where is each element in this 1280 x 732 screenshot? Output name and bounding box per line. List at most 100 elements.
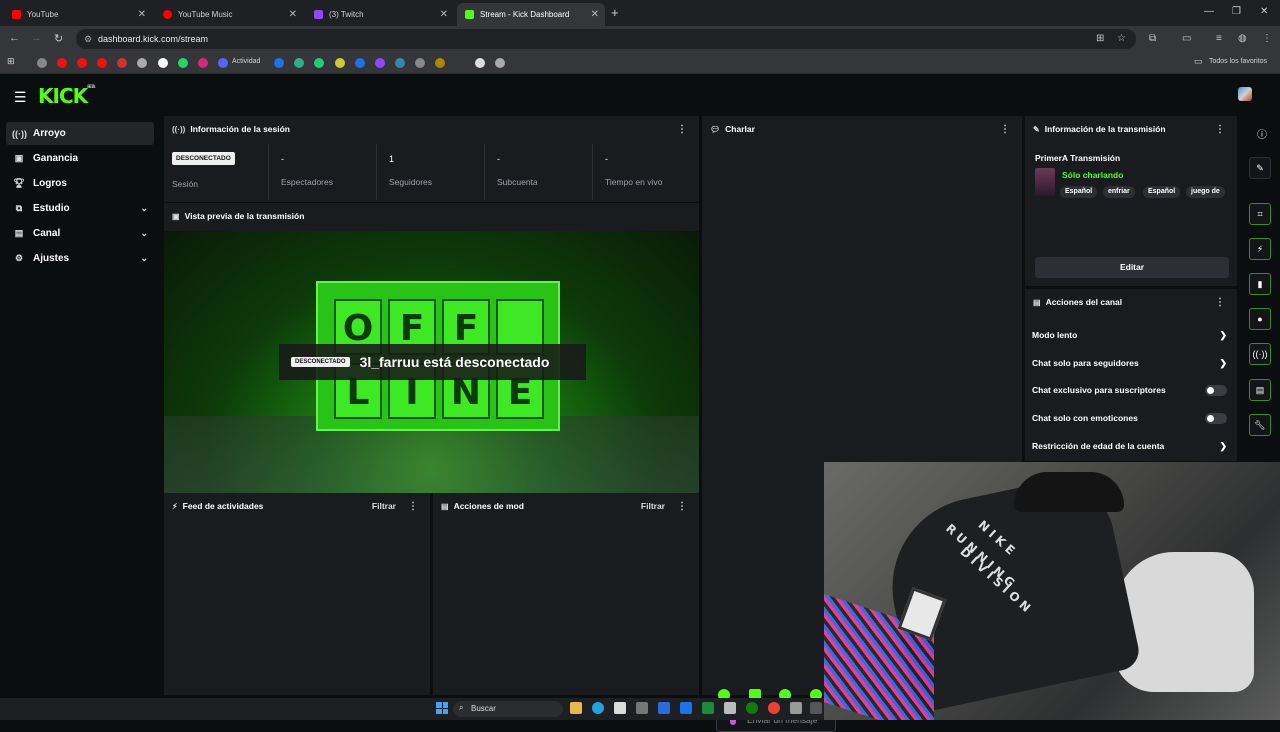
broadcast-icon[interactable]: ((·)) [1249, 343, 1271, 365]
tab-twitch[interactable]: (3) Twitch ✕ [306, 3, 454, 26]
bookmark-actividad[interactable]: Actividad [232, 58, 260, 65]
extensions-icon[interactable]: ⧉ [1149, 33, 1156, 44]
bookmark-google-icon[interactable] [158, 58, 168, 68]
kebab-menu-icon[interactable]: ⋮ [677, 124, 687, 135]
bookmark-icon[interactable] [137, 58, 147, 68]
filter-button[interactable]: Filtrar [372, 501, 396, 511]
stream-tag[interactable]: Español [1143, 186, 1181, 198]
bookmark-discord-icon[interactable] [218, 58, 228, 68]
file-explorer-icon[interactable] [570, 702, 582, 714]
document-icon[interactable]: ▮ [1249, 273, 1271, 295]
all-favorites-link[interactable]: Todos los favoritos [1209, 58, 1267, 65]
close-icon[interactable]: ✕ [289, 9, 297, 20]
kebab-menu-icon[interactable]: ⋮ [1000, 124, 1010, 135]
edit-button[interactable]: Editar [1035, 257, 1229, 278]
minimize-icon[interactable]: — [1204, 6, 1214, 17]
clip-icon[interactable]: ⌗ [1249, 203, 1271, 225]
taskbar-search[interactable]: ⌕ Buscar [453, 701, 563, 717]
sidebar-item-ajustes[interactable]: ⚙ Ajustes ⌄ [6, 247, 154, 270]
channel-tools-icon[interactable]: ▤ [1249, 379, 1271, 401]
bookmark-icon[interactable] [415, 58, 425, 68]
chrome-icon[interactable] [768, 702, 780, 714]
bookmark-whatsapp-icon[interactable] [178, 58, 188, 68]
reload-icon[interactable]: ↻ [54, 32, 63, 45]
kebab-menu-icon[interactable]: ⋮ [1215, 297, 1225, 308]
window-close-icon[interactable]: ✕ [1260, 6, 1268, 17]
chat-bubble-icon[interactable]: ● [1249, 308, 1271, 330]
kebab-menu-icon[interactable]: ⋮ [677, 501, 687, 512]
app-icon[interactable] [810, 702, 822, 714]
edit-stream-icon[interactable]: ✎ [1249, 157, 1271, 179]
stream-category[interactable]: Sólo charlando [1062, 170, 1123, 180]
action-slow-mode[interactable]: Modo lento ❯ [1032, 325, 1229, 345]
excel-icon[interactable] [702, 702, 714, 714]
profile-icon[interactable]: ◍ [1238, 33, 1247, 44]
bookmark-icon[interactable] [495, 58, 505, 68]
bookmark-youtube-icon[interactable] [77, 58, 87, 68]
kick-logo[interactable]: KICKBETA [38, 84, 95, 108]
sidebar-item-ganancia[interactable]: ▣ Ganancia [6, 147, 154, 170]
kebab-menu-icon[interactable]: ⋮ [408, 501, 418, 512]
info-icon[interactable]: ⓘ [1257, 126, 1267, 141]
bookmark-youtube-icon[interactable] [97, 58, 107, 68]
cast-icon[interactable]: ▭ [1182, 33, 1191, 44]
app-icon[interactable] [636, 702, 648, 714]
url-input[interactable]: ⚙ dashboard.kick.com/stream [76, 29, 1136, 49]
tab-kick-dashboard[interactable]: Stream - Kick Dashboard ✕ [457, 3, 605, 26]
bookmark-icon[interactable] [435, 58, 445, 68]
action-age-restriction[interactable]: Restricción de edad de la cuenta ❯ [1032, 436, 1229, 456]
emotes-only-toggle[interactable] [1205, 412, 1227, 424]
forward-icon[interactable]: → [31, 32, 42, 44]
app-icon[interactable] [658, 702, 670, 714]
apps-icon[interactable]: ⊞ [7, 56, 15, 67]
bookmark-icon[interactable] [294, 58, 304, 68]
bookmark-icon[interactable] [475, 58, 485, 68]
bookmark-icon[interactable] [355, 58, 365, 68]
bookmark-star-icon[interactable]: ☆ [1117, 33, 1126, 44]
sidebar-item-canal[interactable]: ▤ Canal ⌄ [6, 222, 154, 245]
sidebar-item-estudio[interactable]: ⧉ Estudio ⌄ [6, 197, 154, 220]
bookmark-icon[interactable] [274, 58, 284, 68]
kebab-menu-icon[interactable]: ⋮ [1215, 124, 1225, 135]
close-icon[interactable]: ✕ [138, 9, 146, 20]
media-icon[interactable]: ≡ [1216, 33, 1222, 44]
app-icon[interactable] [680, 702, 692, 714]
sidebar-item-arroyo[interactable]: ((·)) Arroyo [6, 122, 154, 145]
bookmark-twitch-icon[interactable] [375, 58, 385, 68]
close-icon[interactable]: ✕ [440, 9, 448, 20]
maximize-icon[interactable]: ❐ [1232, 6, 1241, 17]
subscribers-only-toggle[interactable] [1205, 384, 1227, 396]
windows-start-icon[interactable] [436, 702, 448, 714]
app-icon[interactable] [724, 702, 736, 714]
store-icon[interactable] [614, 702, 626, 714]
tab-youtube[interactable]: YouTube ✕ [4, 3, 152, 26]
filter-button[interactable]: Filtrar [641, 501, 665, 511]
bookmark-gmail-icon[interactable] [117, 58, 127, 68]
site-info-icon[interactable]: ⚙ [84, 34, 92, 45]
stream-tag[interactable]: juego de [1186, 186, 1225, 198]
app-icon[interactable] [790, 702, 802, 714]
bookmark-icon[interactable] [395, 58, 405, 68]
new-tab-button[interactable]: + [611, 5, 619, 20]
bolt-icon[interactable]: ⚡︎ [1249, 238, 1271, 260]
hamburger-menu-icon[interactable]: ☰ [14, 89, 27, 106]
user-avatar[interactable] [1238, 87, 1252, 101]
bookmark-youtube-icon[interactable] [57, 58, 67, 68]
bookmark-icon[interactable] [335, 58, 345, 68]
close-icon[interactable]: ✕ [591, 9, 599, 20]
bookmark-icon[interactable] [37, 58, 47, 68]
edge-icon[interactable] [592, 702, 604, 714]
sidebar-item-logros[interactable]: 🏆︎ Logros [6, 172, 154, 195]
action-followers-only[interactable]: Chat solo para seguidores ❯ [1032, 353, 1229, 373]
xbox-icon[interactable] [746, 702, 758, 714]
stream-tag[interactable]: Español [1060, 186, 1098, 198]
translate-icon[interactable]: ⊞ [1096, 33, 1104, 44]
stream-tag[interactable]: enfriar [1103, 186, 1135, 198]
offline-preview-image[interactable]: O F F L I N E DESCONECTADO 3l_farruu est… [164, 231, 699, 493]
browser-menu-icon[interactable]: ⋮ [1262, 33, 1272, 44]
tab-youtube-music[interactable]: YouTube Music ✕ [155, 3, 303, 26]
back-icon[interactable]: ← [9, 32, 20, 44]
bookmark-instagram-icon[interactable] [198, 58, 208, 68]
wrench-icon[interactable]: 🔧︎ [1249, 414, 1271, 436]
bookmark-icon[interactable] [314, 58, 324, 68]
